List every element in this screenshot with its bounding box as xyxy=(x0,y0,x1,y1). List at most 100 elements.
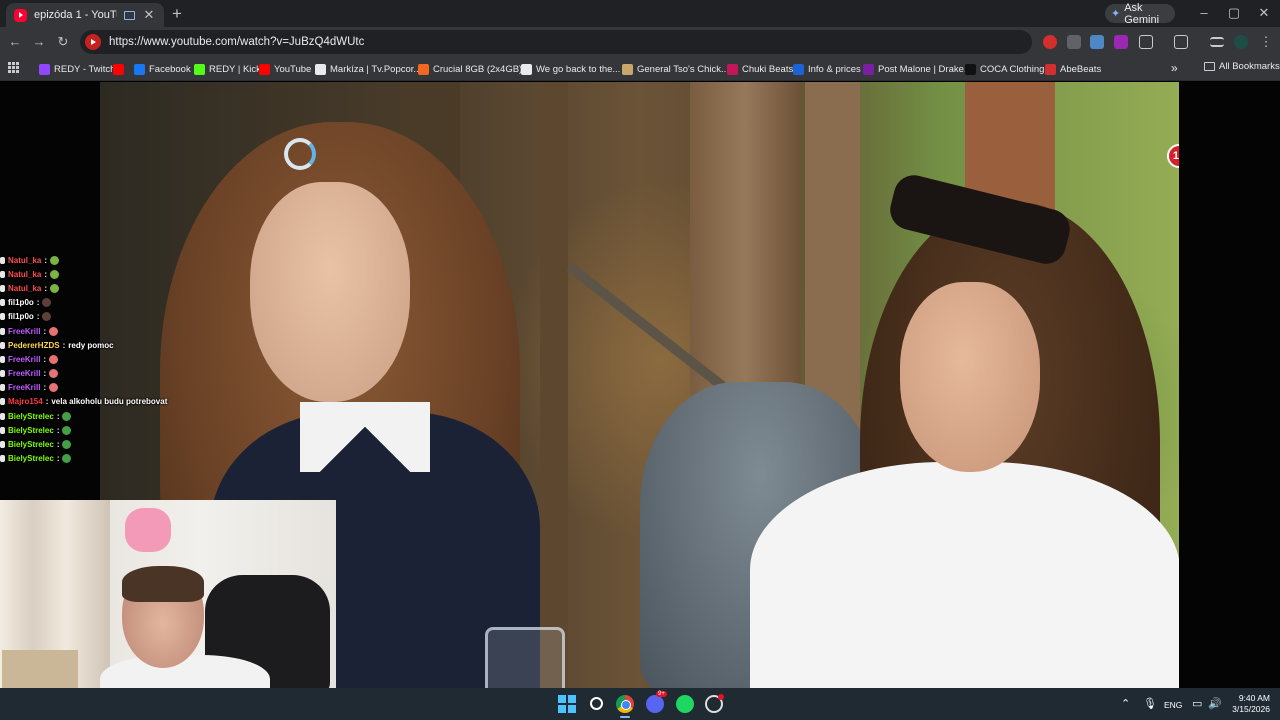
windows-start-icon[interactable] xyxy=(558,695,576,713)
chat-badge-icon xyxy=(0,270,5,278)
tab-close-icon[interactable]: ✕ xyxy=(142,7,156,23)
new-tab-button[interactable]: + xyxy=(169,4,185,24)
bookmark-item[interactable]: Markíza | Tv.Popcor... xyxy=(315,61,421,77)
chat-username[interactable]: fil1p0o xyxy=(8,298,34,307)
bookmark-item[interactable]: Info & prices xyxy=(793,61,861,77)
chat-badge-icon xyxy=(0,299,5,307)
tray-overflow-icon[interactable]: ⌃ xyxy=(1121,697,1130,710)
extension-icon[interactable] xyxy=(1090,35,1104,49)
discord-icon[interactable]: 9+ xyxy=(646,691,667,713)
chat-emote-icon xyxy=(42,312,52,322)
bookmark-item[interactable]: YouTube xyxy=(259,61,311,77)
chat-message: fil1p0o: xyxy=(0,296,180,310)
chat-text: vela alkoholu budu potrebovat xyxy=(51,397,168,407)
bookmark-item[interactable]: AbeBeats xyxy=(1045,61,1101,77)
reading-list-icon[interactable] xyxy=(1210,37,1224,47)
chat-emote-icon xyxy=(50,269,60,279)
tab-youtube[interactable]: epizóda 1 - YouTube ✕ xyxy=(6,3,164,27)
extension-icon[interactable] xyxy=(1114,35,1128,49)
chat-separator: : xyxy=(36,312,40,322)
bookmark-label: YouTube xyxy=(274,63,312,75)
ask-gemini-button[interactable]: ✦ Ask Gemini xyxy=(1105,2,1175,26)
bookmark-item[interactable]: General Tso's Chick... xyxy=(622,61,729,77)
extensions-puzzle-icon[interactable] xyxy=(1139,35,1153,49)
extension-icon[interactable] xyxy=(1043,35,1057,49)
chrome-icon[interactable] xyxy=(616,695,634,713)
language-indicator[interactable]: ENG xyxy=(1164,700,1182,710)
chat-separator: : xyxy=(44,283,48,293)
bookmark-item[interactable]: Chuki Beats xyxy=(727,61,793,77)
chat-username[interactable]: FreeKrill xyxy=(8,369,40,378)
chat-username[interactable]: Natul_ka xyxy=(8,270,41,279)
chat-username[interactable]: Natul_ka xyxy=(8,284,41,293)
chat-emote-icon xyxy=(62,425,72,435)
chat-message: fil1p0o: xyxy=(0,310,180,324)
streamer-webcam xyxy=(0,500,336,688)
chat-username[interactable]: BielyStrelec xyxy=(8,412,54,421)
minimize-button[interactable]: – xyxy=(1196,5,1212,20)
forward-button[interactable]: → xyxy=(30,33,48,51)
bookmark-label: Post Malone | Drake... xyxy=(878,63,972,75)
maximize-button[interactable]: ▢ xyxy=(1226,5,1242,21)
spotify-icon[interactable] xyxy=(676,695,694,713)
search-icon[interactable] xyxy=(590,697,603,710)
reload-button[interactable]: ↻ xyxy=(54,33,72,51)
site-info-icon[interactable] xyxy=(85,34,101,50)
bookmark-item[interactable]: REDY | Kick xyxy=(194,61,261,77)
chat-username[interactable]: Natul_ka xyxy=(8,256,41,265)
windows-taskbar: 9+ ⌃ 🎙 ENG ▭ 🔊 9:40 AM 3/15/2026 xyxy=(0,688,1280,720)
chat-username[interactable]: BielyStrelec xyxy=(8,454,54,463)
streamer-hair xyxy=(122,566,204,602)
chat-username[interactable]: FreeKrill xyxy=(8,383,40,392)
window-close-button[interactable]: ✕ xyxy=(1256,5,1272,21)
bookmark-item[interactable]: Facebook xyxy=(134,61,191,77)
extension-icon[interactable] xyxy=(1067,35,1081,49)
url-text: https://www.youtube.com/watch?v=JuBzQ4dW… xyxy=(109,36,365,48)
system-clock[interactable]: 9:40 AM 3/15/2026 xyxy=(1228,693,1270,715)
chat-separator: : xyxy=(56,411,60,421)
back-button[interactable]: ← xyxy=(6,33,24,51)
bookmark-item[interactable]: COCA Clothing xyxy=(965,61,1044,77)
chat-username[interactable]: FreeKrill xyxy=(8,327,40,336)
chat-username[interactable]: PedererHZDS xyxy=(8,341,60,350)
apps-grid-icon[interactable] xyxy=(8,62,19,73)
bookmark-item[interactable]: We go back to the... xyxy=(521,61,620,77)
chat-username[interactable]: Majro154 xyxy=(8,397,43,406)
profile-avatar[interactable] xyxy=(1234,35,1248,49)
bookmark-favicon-icon xyxy=(622,63,633,75)
menu-kebab-icon[interactable]: ⋮ xyxy=(1257,33,1275,51)
chat-username[interactable]: BielyStrelec xyxy=(8,440,54,449)
chat-emote-icon xyxy=(49,354,59,364)
person-right-face xyxy=(900,282,1040,472)
chat-message: BielyStrelec: xyxy=(0,423,180,437)
chat-emote-icon xyxy=(62,454,72,464)
volume-icon[interactable]: 🔊 xyxy=(1208,697,1222,710)
bookmark-favicon-icon xyxy=(1045,63,1056,75)
chat-separator: : xyxy=(45,397,49,407)
bookmarks-overflow-icon[interactable]: » xyxy=(1171,61,1178,75)
bookmark-favicon-icon xyxy=(134,63,145,75)
chat-username[interactable]: fil1p0o xyxy=(8,312,34,321)
chat-badge-icon xyxy=(0,313,5,321)
all-bookmarks-button[interactable]: All Bookmarks xyxy=(1204,61,1280,72)
microphone-icon[interactable]: 🎙 xyxy=(1143,697,1157,710)
tab-search-icon[interactable] xyxy=(1174,35,1188,49)
chat-username[interactable]: FreeKrill xyxy=(8,355,40,364)
bookmark-item[interactable]: Post Malone | Drake... xyxy=(863,61,972,77)
address-bar[interactable]: https://www.youtube.com/watch?v=JuBzQ4dW… xyxy=(80,30,1032,54)
clock-time: 9:40 AM xyxy=(1238,693,1270,703)
bookmark-favicon-icon xyxy=(39,63,50,75)
bookmark-item[interactable]: Crucial 8GB (2x4GB)... xyxy=(418,61,530,77)
cardboard-box xyxy=(2,650,78,688)
chat-badge-icon xyxy=(0,384,5,392)
bookmark-label: General Tso's Chick... xyxy=(637,63,729,75)
media-cast-icon[interactable] xyxy=(124,10,135,20)
clock-date: 3/15/2026 xyxy=(1232,704,1270,714)
chat-username[interactable]: BielyStrelec xyxy=(8,426,54,435)
network-icon[interactable]: ▭ xyxy=(1192,697,1202,710)
app-icon[interactable] xyxy=(705,694,724,713)
bookmark-item[interactable] xyxy=(113,61,124,77)
bookmarks-bar: REDY - Twitch Facebook REDY | Kick YouTube M… xyxy=(0,57,1280,81)
bookmark-item[interactable]: REDY - Twitch xyxy=(39,61,115,77)
bookmark-favicon-icon xyxy=(315,63,326,75)
